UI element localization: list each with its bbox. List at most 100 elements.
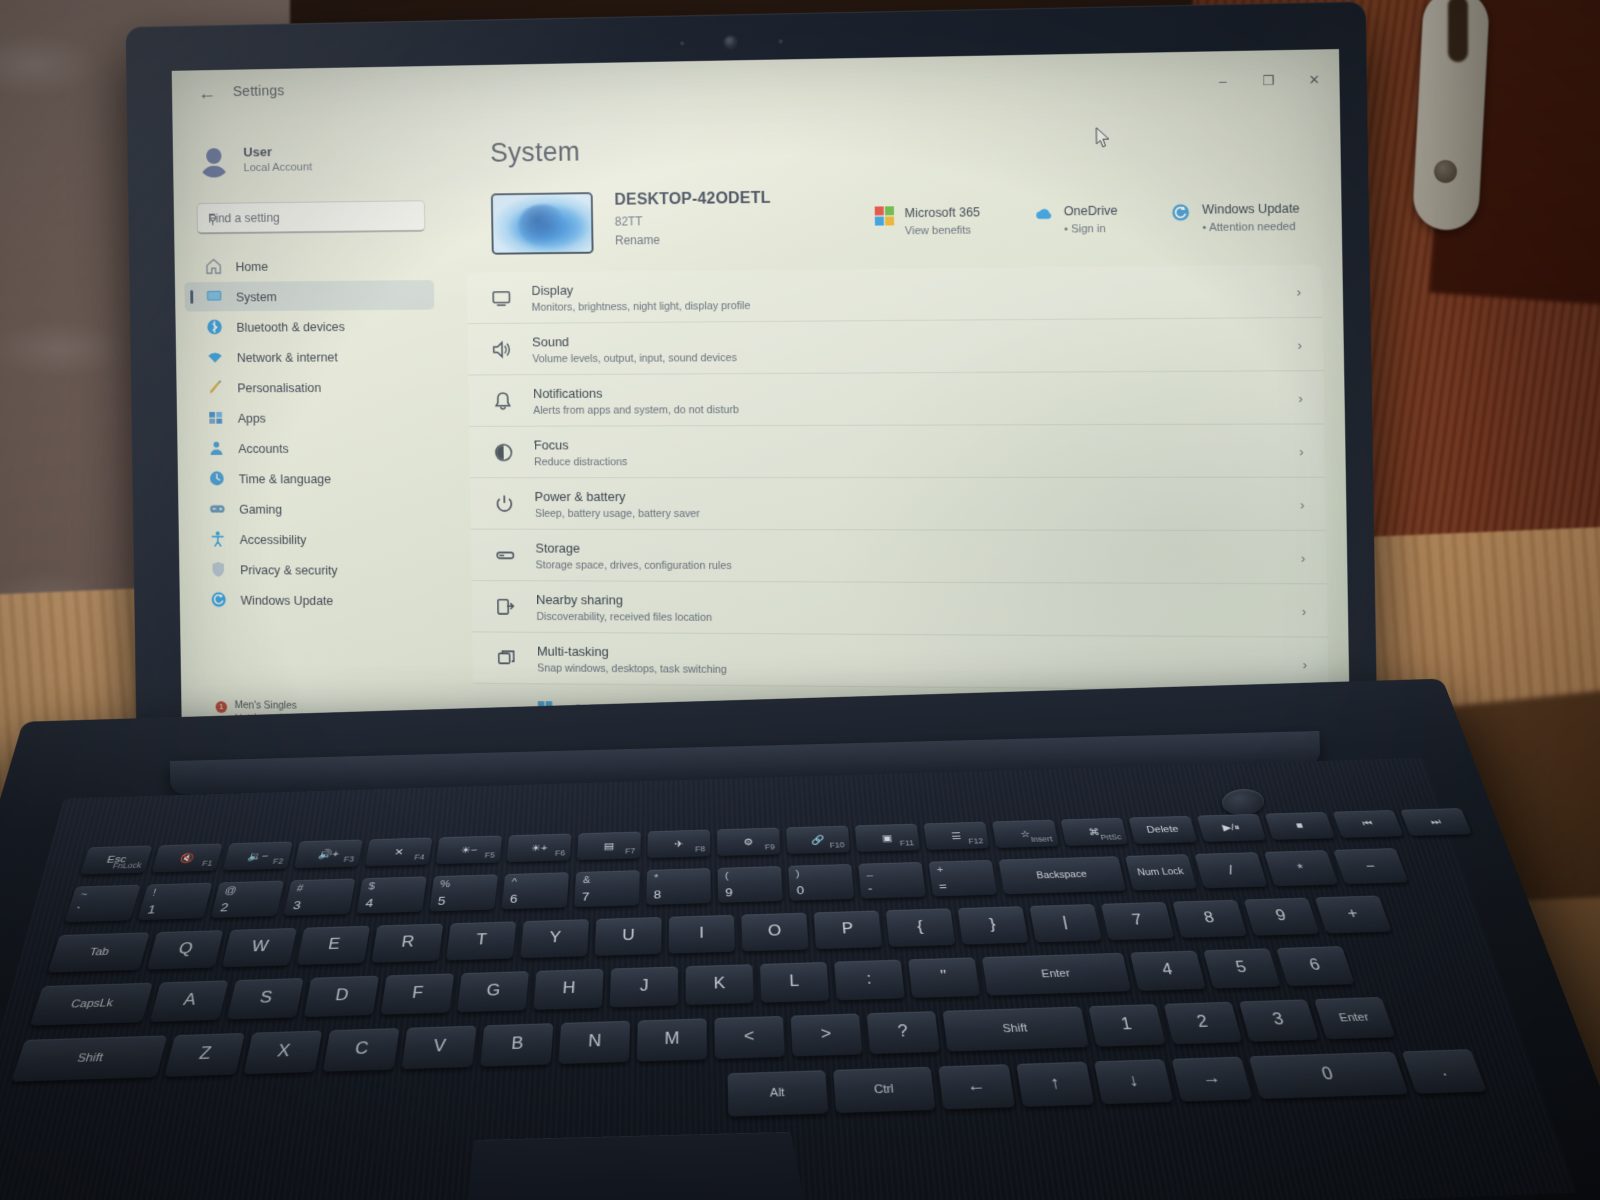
keyboard-key[interactable]: C: [322, 1028, 400, 1072]
keyboard-key[interactable]: ☰ F12: [923, 821, 990, 850]
keyboard-key[interactable]: N: [558, 1020, 631, 1065]
sidebar-item-accessibility[interactable]: Accessibility: [188, 524, 438, 554]
keyboard-key[interactable]: ⚙ F9: [716, 827, 781, 857]
quick-link-microsoft-365[interactable]: Microsoft 365 View benefits: [874, 203, 980, 237]
keyboard-key[interactable]: <: [714, 1015, 785, 1060]
keyboard-key[interactable]: ▣ F11: [854, 823, 920, 852]
settings-row-multi-tasking[interactable]: Multi-tasking Snap windows, desktops, tas…: [472, 632, 1329, 691]
sidebar-item-time-language[interactable]: Time & language: [187, 463, 437, 493]
keyboard-key[interactable]: A: [149, 980, 229, 1022]
keyboard-key[interactable]: Delete: [1128, 815, 1198, 844]
keyboard-key[interactable]: E: [296, 925, 371, 965]
sidebar-item-network-internet[interactable]: Network & internet: [185, 341, 435, 372]
settings-row-sound[interactable]: Sound Volume levels, output, input, sound…: [467, 317, 1324, 376]
keyboard-key[interactable]: K: [685, 964, 754, 1006]
keyboard-key[interactable]: ■: [1264, 811, 1335, 840]
keyboard-key[interactable]: R: [371, 923, 444, 963]
settings-row-focus[interactable]: Focus Reduce distractions ›: [469, 424, 1325, 479]
sidebar-item-home[interactable]: Home: [184, 249, 434, 281]
keyboard-key[interactable]: 4: [1129, 950, 1206, 991]
account-block[interactable]: User Local Account: [198, 143, 313, 178]
settings-row-storage[interactable]: Storage Storage space, drives, configurat…: [470, 529, 1327, 585]
keyboard-key[interactable]: V: [401, 1025, 477, 1070]
keyboard-key[interactable]: ←: [938, 1064, 1016, 1110]
keyboard-key[interactable]: ~ `: [64, 884, 141, 923]
keyboard-key[interactable]: & 7: [573, 870, 640, 908]
settings-row-power-battery[interactable]: Power & battery Sleep, battery usage, bat…: [469, 477, 1326, 532]
keyboard-key[interactable]: Q: [146, 930, 224, 970]
keyboard-key[interactable]: + =: [928, 859, 998, 897]
sidebar-item-accounts[interactable]: Accounts: [187, 433, 437, 463]
close-button[interactable]: ✕: [1306, 72, 1323, 89]
back-arrow-icon[interactable]: ←: [197, 84, 218, 106]
keyboard-key[interactable]: ▤ F7: [576, 831, 641, 861]
sidebar-item-system[interactable]: System: [184, 279, 435, 312]
keyboard-key[interactable]: M: [636, 1018, 707, 1062]
keyboard-key[interactable]: ☆ Insert: [992, 819, 1059, 848]
keyboard-key[interactable]: Enter: [981, 952, 1132, 996]
settings-row-nearby-sharing[interactable]: Nearby sharing Discoverability, received …: [471, 580, 1328, 638]
keyboard-key[interactable]: {: [885, 908, 956, 947]
keyboard-key[interactable]: Backspace: [998, 856, 1126, 895]
keyboard-key[interactable]: Shift: [942, 1006, 1089, 1052]
keyboard-key[interactable]: ?: [866, 1011, 940, 1055]
keyboard-key[interactable]: ✕ F4: [364, 837, 433, 867]
keyboard-key[interactable]: Enter: [1313, 997, 1396, 1040]
keyboard-key[interactable]: ⏮: [1332, 810, 1404, 838]
keyboard-key[interactable]: I: [668, 914, 735, 954]
keyboard-key[interactable]: ✈ F8: [647, 829, 711, 859]
minimize-button[interactable]: –: [1214, 74, 1231, 91]
keyboard-key[interactable]: 🔊+ F3: [293, 839, 363, 869]
keyboard-key[interactable]: +: [1314, 895, 1392, 934]
keyboard-key[interactable]: −: [1333, 848, 1409, 885]
keyboard-key[interactable]: (9: [717, 866, 783, 903]
keyboard-key[interactable]: F: [380, 973, 455, 1015]
sidebar-item-apps[interactable]: Apps: [186, 402, 436, 432]
keyboard-key[interactable]: J: [609, 966, 679, 1008]
keyboard-key[interactable]: ! 1: [137, 882, 213, 921]
keyboard-key[interactable]: _ -: [858, 861, 926, 899]
keyboard-key[interactable]: Y: [520, 919, 589, 959]
sidebar-item-personalisation[interactable]: Personalisation: [186, 372, 436, 403]
keyboard-key[interactable]: ^ 6: [501, 872, 569, 910]
touchpad[interactable]: [464, 1131, 809, 1200]
keyboard-key[interactable]: B: [480, 1023, 554, 1067]
sidebar-item-windows-update[interactable]: Windows Update: [189, 585, 439, 616]
keyboard-key[interactable]: >: [790, 1013, 863, 1057]
search-input[interactable]: Find a setting ⚲: [196, 200, 426, 235]
keyboard-key[interactable]: D: [303, 975, 380, 1018]
keyboard-key[interactable]: 🔗 F10: [785, 825, 851, 854]
keyboard-key[interactable]: H: [533, 968, 604, 1010]
sidebar-item-gaming[interactable]: Gaming: [188, 494, 438, 524]
quick-link-onedrive[interactable]: OneDrive • Sign in: [1033, 202, 1118, 236]
keyboard-key[interactable]: 0: [1248, 1051, 1409, 1099]
keyboard-key[interactable]: P: [813, 910, 883, 950]
keyboard-key[interactable]: *: [1263, 850, 1339, 887]
keyboard-key[interactable]: ☀+ F6: [506, 833, 572, 863]
keyboard-key[interactable]: U: [594, 917, 662, 956]
settings-row-notifications[interactable]: Notifications Alerts from apps and system…: [468, 371, 1325, 427]
keyboard-key[interactable]: 1: [1088, 1004, 1166, 1047]
maximize-button[interactable]: ❐: [1260, 73, 1277, 90]
keyboard-key[interactable]: ⌘ PrtSc: [1060, 817, 1129, 846]
keyboard-key[interactable]: T: [445, 921, 517, 961]
keyboard-key[interactable]: * 8: [646, 868, 711, 905]
keyboard-key[interactable]: 9: [1243, 897, 1320, 936]
keyboard-key[interactable]: 3: [1238, 999, 1319, 1042]
settings-row-display[interactable]: Display Monitors, brightness, night light…: [466, 264, 1323, 325]
keyboard-key[interactable]: S: [226, 978, 304, 1020]
rename-link[interactable]: Rename: [615, 232, 771, 247]
keyboard-key[interactable]: Esc FnLock: [80, 845, 153, 875]
keyboard-key[interactable]: Z: [164, 1032, 245, 1077]
keyboard-key[interactable]: →: [1171, 1056, 1253, 1102]
keyboard-key[interactable]: W: [221, 927, 297, 968]
keyboard-key[interactable]: 8: [1172, 899, 1248, 938]
keyboard-key[interactable]: 6: [1276, 946, 1355, 987]
keyboard-key[interactable]: Alt: [727, 1070, 829, 1117]
keyboard-key[interactable]: 🔉− F2: [222, 841, 293, 871]
keyboard-key[interactable]: O: [741, 912, 809, 952]
keyboard-key[interactable]: #3: [283, 878, 356, 916]
keyboard-key[interactable]: G: [457, 971, 529, 1013]
keyboard-key[interactable]: ⏭: [1400, 808, 1473, 836]
keyboard-key[interactable]: 7: [1100, 901, 1175, 941]
